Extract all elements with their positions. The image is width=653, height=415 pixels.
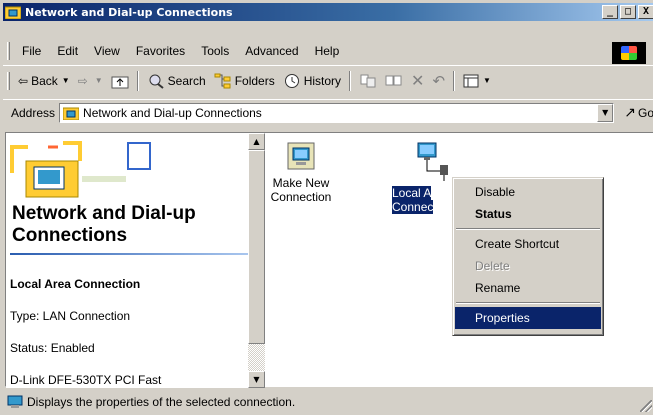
menu-favorites[interactable]: Favorites bbox=[128, 42, 193, 60]
web-view-panel: Network and Dial-up Connections Local Ar… bbox=[6, 133, 248, 388]
back-dropdown-icon[interactable]: ▼ bbox=[62, 76, 70, 85]
search-button[interactable]: Search bbox=[143, 70, 210, 92]
title-bar[interactable]: Network and Dial-up Connections _ □ X bbox=[3, 3, 653, 21]
up-folder-icon bbox=[111, 76, 129, 88]
menu-tools[interactable]: Tools bbox=[193, 42, 237, 60]
folders-label: Folders bbox=[234, 73, 275, 88]
close-button[interactable]: X bbox=[638, 5, 653, 19]
menu-edit[interactable]: Edit bbox=[49, 42, 86, 60]
menu-file[interactable]: File bbox=[14, 42, 49, 60]
views-icon bbox=[463, 74, 479, 87]
move-to-icon bbox=[360, 74, 376, 87]
context-separator bbox=[456, 302, 600, 304]
resize-grip-icon[interactable] bbox=[640, 400, 652, 412]
make-new-connection-label-line1: Make New bbox=[272, 176, 330, 190]
status-bar: Displays the properties of the selected … bbox=[3, 391, 653, 413]
make-new-connection-item[interactable]: Make New Connection bbox=[266, 141, 336, 204]
minimize-button[interactable]: _ bbox=[602, 5, 618, 19]
history-button[interactable]: History bbox=[279, 70, 345, 92]
connection-device: D-Link DFE-530TX PCI Fast bbox=[10, 373, 162, 387]
menu-grip[interactable] bbox=[7, 42, 10, 60]
go-label: Go bbox=[637, 105, 653, 120]
address-label: Address bbox=[11, 105, 56, 120]
standard-toolbar: ⇦ Back ▼ ⇨ ▼ Search Folders History ✕ ↶ … bbox=[3, 65, 653, 95]
delete-x-icon: ✕ bbox=[411, 72, 425, 90]
network-folder-banner-icon bbox=[8, 139, 158, 203]
context-disable[interactable]: Disable bbox=[455, 181, 601, 203]
menu-view[interactable]: View bbox=[86, 42, 128, 60]
address-field[interactable]: Network and Dial-up Connections ▼ bbox=[59, 102, 615, 123]
context-rename[interactable]: Rename bbox=[455, 277, 601, 299]
local-area-connection-label-line1: Local A bbox=[392, 186, 432, 200]
back-label: Back bbox=[31, 73, 58, 88]
forward-arrow-icon: ⇨ bbox=[77, 73, 88, 88]
network-folder-icon bbox=[5, 6, 21, 19]
search-label: Search bbox=[167, 73, 206, 88]
views-button[interactable]: ▼ bbox=[459, 70, 495, 92]
history-icon bbox=[284, 73, 299, 88]
maximize-button[interactable]: □ bbox=[620, 5, 636, 19]
make-new-connection-icon bbox=[287, 142, 315, 170]
history-label: History bbox=[303, 73, 342, 88]
go-arrow-icon: ↗ bbox=[624, 104, 636, 120]
context-create-shortcut[interactable]: Create Shortcut bbox=[455, 233, 601, 255]
address-bar: Address Network and Dial-up Connections … bbox=[3, 99, 653, 125]
context-delete: Delete bbox=[475, 259, 510, 273]
menu-help[interactable]: Help bbox=[307, 42, 348, 60]
address-dropdown-button[interactable]: ▼ bbox=[597, 103, 614, 122]
address-value: Network and Dial-up Connections bbox=[83, 105, 262, 120]
search-icon bbox=[149, 74, 164, 89]
toolbar-separator bbox=[349, 70, 352, 91]
undo-icon: ↶ bbox=[432, 72, 446, 90]
context-status[interactable]: Status bbox=[455, 203, 601, 225]
scroll-up-button[interactable]: ▲ bbox=[248, 133, 265, 150]
window: Network and Dial-up Connections _ □ X Fi… bbox=[0, 0, 653, 415]
menu-advanced[interactable]: Advanced bbox=[237, 42, 306, 60]
go-button[interactable]: ↗ Go bbox=[624, 104, 653, 121]
up-folder-button[interactable] bbox=[107, 70, 133, 92]
connection-type: Type: LAN Connection bbox=[10, 309, 131, 323]
connection-heading: Local Area Connection bbox=[10, 277, 141, 291]
folders-icon bbox=[214, 73, 231, 88]
toolbar-separator bbox=[136, 70, 139, 91]
scroll-down-button[interactable]: ▼ bbox=[248, 371, 265, 388]
context-separator bbox=[456, 228, 600, 230]
panel-title: Network and Dial-up Connections bbox=[12, 203, 196, 246]
status-text: Displays the properties of the selected … bbox=[27, 395, 296, 409]
windows-logo-icon bbox=[612, 42, 646, 64]
scroll-thumb[interactable] bbox=[248, 150, 265, 344]
panel-divider bbox=[10, 253, 248, 255]
forward-dropdown-icon[interactable]: ▼ bbox=[95, 76, 103, 85]
connection-status: Status: Enabled bbox=[10, 341, 95, 355]
left-panel-scrollbar[interactable]: ▲ ▼ bbox=[248, 133, 265, 388]
copy-to-icon bbox=[385, 75, 402, 85]
menu-bar: File Edit View Favorites Tools Advanced … bbox=[3, 40, 653, 64]
make-new-connection-label-line2: Connection bbox=[270, 190, 332, 204]
context-properties[interactable]: Properties bbox=[455, 307, 601, 329]
undo-button[interactable]: ↶ bbox=[428, 70, 449, 92]
toolbar-separator bbox=[453, 70, 456, 91]
toolbar-grip[interactable] bbox=[7, 71, 10, 90]
folders-button[interactable]: Folders bbox=[210, 70, 279, 92]
local-area-connection-label-line2: Connec bbox=[392, 200, 434, 214]
move-to-button[interactable] bbox=[355, 70, 381, 92]
forward-button[interactable]: ⇨ ▼ bbox=[74, 70, 107, 92]
back-button[interactable]: ⇦ Back ▼ bbox=[14, 70, 74, 92]
views-dropdown-icon[interactable]: ▼ bbox=[483, 76, 491, 85]
window-title: Network and Dial-up Connections bbox=[25, 5, 233, 19]
copy-to-button[interactable] bbox=[381, 70, 407, 92]
delete-button[interactable]: ✕ bbox=[407, 70, 428, 92]
back-arrow-icon: ⇦ bbox=[18, 73, 29, 88]
properties-icon bbox=[7, 395, 23, 408]
network-folder-icon bbox=[63, 107, 80, 120]
context-menu: Disable Status Create Shortcut Delete Re… bbox=[452, 177, 604, 336]
